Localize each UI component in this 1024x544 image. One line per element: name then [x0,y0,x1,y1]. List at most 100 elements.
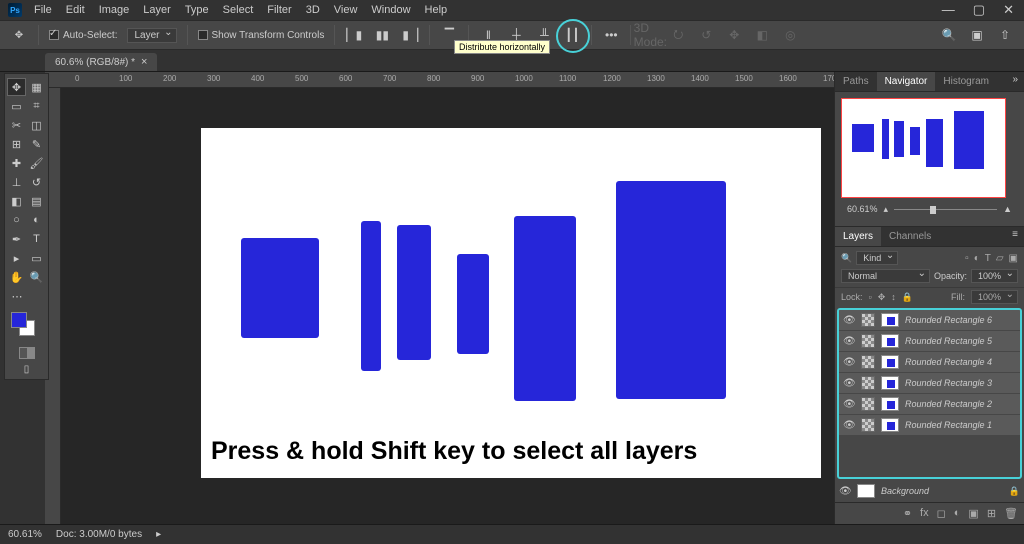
layer-item[interactable]: 👁Rounded Rectangle 3 [839,373,1020,394]
menu-view[interactable]: View [334,4,358,16]
tab-navigator[interactable]: Navigator [877,72,936,91]
stamp-tool-icon[interactable]: ⊥ [7,173,26,191]
delete-layer-icon[interactable]: 🗑 [1004,507,1018,520]
crop-tool-icon[interactable]: ◫ [27,116,46,134]
adjustment-layer-icon[interactable]: ◐ [954,507,961,520]
menu-3d[interactable]: 3D [306,4,320,16]
auto-select-target-dropdown[interactable]: Layer [127,28,176,43]
menu-edit[interactable]: Edit [66,4,85,16]
layers-kind-dropdown[interactable]: Kind [856,251,898,265]
close-icon[interactable]: ✕ [1003,2,1014,18]
pen-tool-icon[interactable]: ✒ [7,230,26,248]
zoom-out-icon[interactable]: ▴ [884,204,889,215]
filter-smart-icon[interactable]: ▣ [1009,253,1018,264]
foreground-color-swatch[interactable] [11,312,27,328]
status-more-icon[interactable]: ▸ [156,529,161,540]
filter-type-icon[interactable]: T [985,253,991,264]
fill-input[interactable]: 100% [971,290,1018,304]
menu-filter[interactable]: Filter [267,4,291,16]
auto-select-checkbox[interactable]: Auto-Select: [49,30,117,41]
zoom-in-icon[interactable]: ▲ [1003,204,1012,214]
menu-image[interactable]: Image [99,4,130,16]
menu-file[interactable]: File [34,4,52,16]
filter-pixel-icon[interactable]: ▫ [965,253,969,264]
share-icon[interactable]: ⇧ [996,28,1014,42]
move-tool-icon[interactable]: ✥ [7,78,26,96]
group-icon[interactable]: ▣ [968,507,978,520]
menu-select[interactable]: Select [223,4,254,16]
canvas-viewport[interactable]: Press & hold Shift key to select all lay… [61,88,834,524]
layer-item[interactable]: 👁Rounded Rectangle 6 [839,310,1020,331]
new-layer-icon[interactable]: ⊞ [987,507,996,520]
align-right-icon[interactable]: ▮▕ [401,28,419,42]
visibility-icon[interactable]: 👁 [843,378,855,389]
minimize-icon[interactable]: — [942,2,955,18]
visibility-icon[interactable]: 👁 [843,336,855,347]
close-tab-icon[interactable]: × [141,56,147,68]
distribute-horizontal-icon[interactable]: ┃┃ [563,28,581,42]
healing-tool-icon[interactable]: ✚ [7,154,26,172]
zoom-slider[interactable] [894,202,997,216]
layer-item[interactable]: 👁Rounded Rectangle 1 [839,415,1020,436]
blend-mode-dropdown[interactable]: Normal [841,269,930,283]
shape-rectangle[interactable] [241,238,319,338]
color-swatches[interactable] [7,310,46,340]
status-zoom[interactable]: 60.61% [8,529,42,540]
tab-paths[interactable]: Paths [835,72,877,91]
tab-channels[interactable]: Channels [881,227,939,246]
lasso-tool-icon[interactable]: ⌗ [27,97,46,115]
path-select-tool-icon[interactable]: ▸ [7,249,26,267]
visibility-icon[interactable]: 👁 [843,399,855,410]
menu-window[interactable]: Window [371,4,410,16]
lock-pixels-icon[interactable]: ▫ [869,292,872,302]
align-left-icon[interactable]: ▏▮ [345,28,363,42]
layer-item[interactable]: 👁Rounded Rectangle 5 [839,331,1020,352]
navigator-preview[interactable] [841,98,1006,198]
visibility-icon[interactable]: 👁 [843,315,855,326]
marquee-tool-icon[interactable]: ▭ [7,97,26,115]
document-tab[interactable]: 60.6% (RGB/8#) * × [45,53,157,71]
opacity-input[interactable]: 100% [971,269,1018,283]
lock-position-icon[interactable]: ✥ [878,292,886,303]
document-canvas[interactable]: Press & hold Shift key to select all lay… [201,128,821,478]
show-transform-checkbox[interactable]: Show Transform Controls [198,30,325,41]
quick-select-tool-icon[interactable]: ✂ [7,116,26,134]
layer-mask-icon[interactable]: ◻ [937,507,946,520]
link-layers-icon[interactable]: ⚭ [903,507,912,520]
frame-tool-icon[interactable]: ⊞ [7,135,26,153]
menu-help[interactable]: Help [425,4,448,16]
filter-shape-icon[interactable]: ▱ [996,253,1004,264]
menu-layer[interactable]: Layer [143,4,171,16]
eyedropper-tool-icon[interactable]: ✎ [27,135,46,153]
hand-tool-icon[interactable]: ✋ [7,268,26,286]
type-tool-icon[interactable]: T [27,230,46,248]
history-brush-icon[interactable]: ↺ [27,173,46,191]
layer-item[interactable]: 👁Rounded Rectangle 2 [839,394,1020,415]
shape-tool-icon[interactable]: ▭ [27,249,46,267]
menu-type[interactable]: Type [185,4,209,16]
artboard-tool-icon[interactable]: ▦ [27,78,46,96]
maximize-icon[interactable]: ▢ [973,2,985,18]
lock-artboard-icon[interactable]: ↕ [891,292,896,302]
more-align-icon[interactable]: ••• [602,28,620,42]
background-layer[interactable]: 👁 Background 🔒 [835,481,1024,502]
filter-adjust-icon[interactable]: ◐ [974,253,980,264]
shape-rectangle[interactable] [616,181,726,399]
workspace-icon[interactable]: ▣ [968,28,986,42]
visibility-icon[interactable]: 👁 [843,420,855,431]
layer-style-icon[interactable]: fx [920,507,929,520]
brush-tool-icon[interactable]: 🖌 [27,154,46,172]
shape-rectangle[interactable] [361,221,381,371]
tab-histogram[interactable]: Histogram [935,72,997,91]
gradient-tool-icon[interactable]: ▤ [27,192,46,210]
panel-menu-icon[interactable]: » [1006,72,1024,91]
visibility-icon[interactable]: 👁 [843,357,855,368]
panel-menu-icon[interactable]: ≡ [1006,227,1024,246]
dodge-tool-icon[interactable]: ◐ [27,211,46,229]
search-icon[interactable]: 🔍 [940,28,958,42]
shape-rectangle[interactable] [514,216,576,401]
lock-all-icon[interactable]: 🔒 [902,292,913,303]
align-center-h-icon[interactable]: ▮▮ [373,28,391,42]
quick-mask-icon[interactable] [7,347,46,359]
status-doc-info[interactable]: Doc: 3.00M/0 bytes [56,529,142,540]
